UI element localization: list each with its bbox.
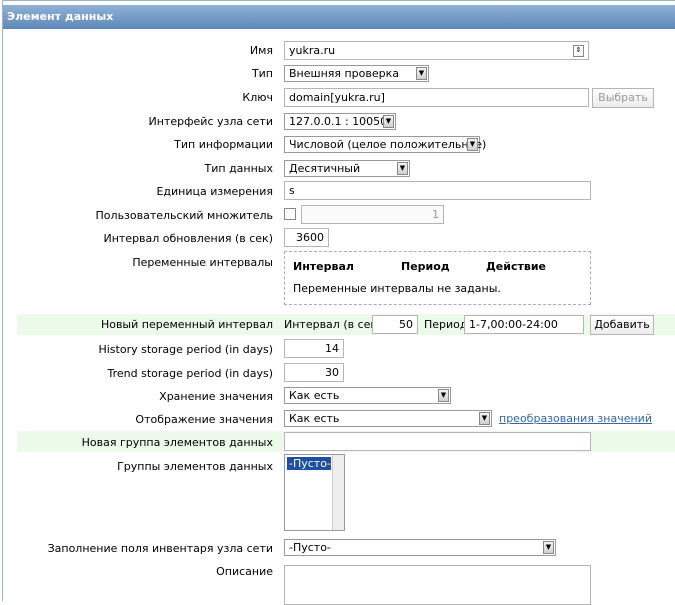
name-value: yukra.ru — [289, 44, 336, 57]
inventory-value: -Пусто- — [289, 541, 331, 554]
chevron-down-icon: ▼ — [416, 67, 427, 80]
new-flex-period-input[interactable]: 1-7,00:00-24:00 — [464, 315, 584, 334]
delay-input[interactable]: 3600 — [284, 228, 329, 247]
history-input[interactable]: 14 — [284, 339, 344, 358]
flex-intervals-table: Интервал Период Действие Переменные инте… — [284, 251, 591, 305]
multiplier-input[interactable]: 1 — [301, 205, 444, 224]
description-textarea[interactable] — [284, 565, 591, 605]
info-type-label: Тип информации — [174, 138, 273, 151]
chevron-down-icon: ▼ — [543, 541, 554, 554]
scrollbar[interactable] — [332, 455, 344, 530]
new-flex-interval-label: Интервал (в сек) — [284, 318, 382, 331]
new-flex-period-label: Период — [424, 318, 468, 331]
multiplier-label: Пользовательский множитель — [95, 209, 273, 222]
chevron-down-icon: ▼ — [397, 162, 408, 175]
valuemap-value: Как есть — [289, 412, 340, 425]
key-label: Ключ — [242, 91, 273, 104]
flex-label: Переменные интервалы — [132, 256, 273, 269]
apps-option[interactable]: -Пусто- — [287, 457, 331, 470]
store-value: Как есть — [289, 389, 340, 402]
chevron-down-icon: ▼ — [479, 412, 490, 425]
units-label: Единица измерения — [156, 185, 273, 198]
chevron-down-icon: ▼ — [467, 138, 478, 151]
apps-label: Группы элементов данных — [117, 460, 273, 473]
new-flex-label: Новый переменный интервал — [100, 318, 273, 331]
chevron-down-icon: ▼ — [383, 115, 394, 128]
valuemap-link[interactable]: преобразования значений — [499, 412, 652, 425]
interface-label: Интерфейс узла сети — [148, 115, 273, 128]
new-flex-interval-input[interactable]: 50 — [372, 315, 418, 334]
key-input[interactable]: domain[yukra.ru] — [284, 88, 589, 107]
multiplier-checkbox[interactable] — [284, 208, 296, 220]
trends-label: Trend storage period (in days) — [107, 367, 274, 380]
info-type-select[interactable]: Числовой (целое положительное) ▼ — [284, 136, 486, 153]
col-period: Период — [401, 260, 450, 273]
interface-select[interactable]: 127.0.0.1 : 10050 ▼ — [284, 113, 396, 130]
trends-input[interactable]: 30 — [284, 363, 344, 382]
interface-value: 127.0.0.1 : 10050 — [289, 115, 388, 128]
inventory-select[interactable]: -Пусто- ▼ — [284, 539, 556, 556]
apps-listbox[interactable]: -Пусто- — [284, 454, 345, 531]
add-flex-button[interactable]: Добавить — [590, 315, 654, 335]
macro-icon[interactable]: ⇕ — [573, 45, 584, 57]
units-input[interactable]: s — [284, 181, 591, 200]
type-select[interactable]: Внешняя проверка ▼ — [284, 65, 429, 82]
chevron-down-icon: ▼ — [438, 389, 449, 402]
data-type-value: Десятичный — [289, 162, 361, 175]
form-header: Элемент данных — [3, 5, 675, 29]
store-select[interactable]: Как есть ▼ — [284, 387, 451, 404]
valuemap-label: Отображение значения — [135, 413, 273, 426]
new-app-input[interactable] — [284, 432, 591, 451]
name-label: Имя — [249, 44, 273, 57]
type-label: Тип — [251, 67, 273, 80]
store-label: Хранение значения — [159, 390, 273, 403]
inventory-label: Заполнение поля инвентаря узла сети — [47, 542, 273, 555]
description-label: Описание — [216, 565, 273, 578]
type-value: Внешняя проверка — [289, 67, 400, 80]
flex-empty-text: Переменные интервалы не заданы. — [293, 282, 501, 295]
data-type-label: Тип данных — [204, 162, 273, 175]
info-type-value: Числовой (целое положительное) — [289, 138, 487, 151]
col-interval: Интервал — [293, 260, 354, 273]
name-input[interactable]: yukra.ru ⇕ — [284, 41, 589, 60]
data-type-select[interactable]: Десятичный ▼ — [284, 160, 410, 177]
col-action: Действие — [486, 260, 546, 273]
select-key-button[interactable]: Выбрать — [592, 88, 654, 108]
valuemap-select[interactable]: Как есть ▼ — [284, 410, 492, 427]
new-app-label: Новая группа элементов данных — [81, 436, 273, 449]
delay-label: Интервал обновления (в сек) — [103, 232, 273, 245]
history-label: History storage period (in days) — [98, 343, 273, 356]
